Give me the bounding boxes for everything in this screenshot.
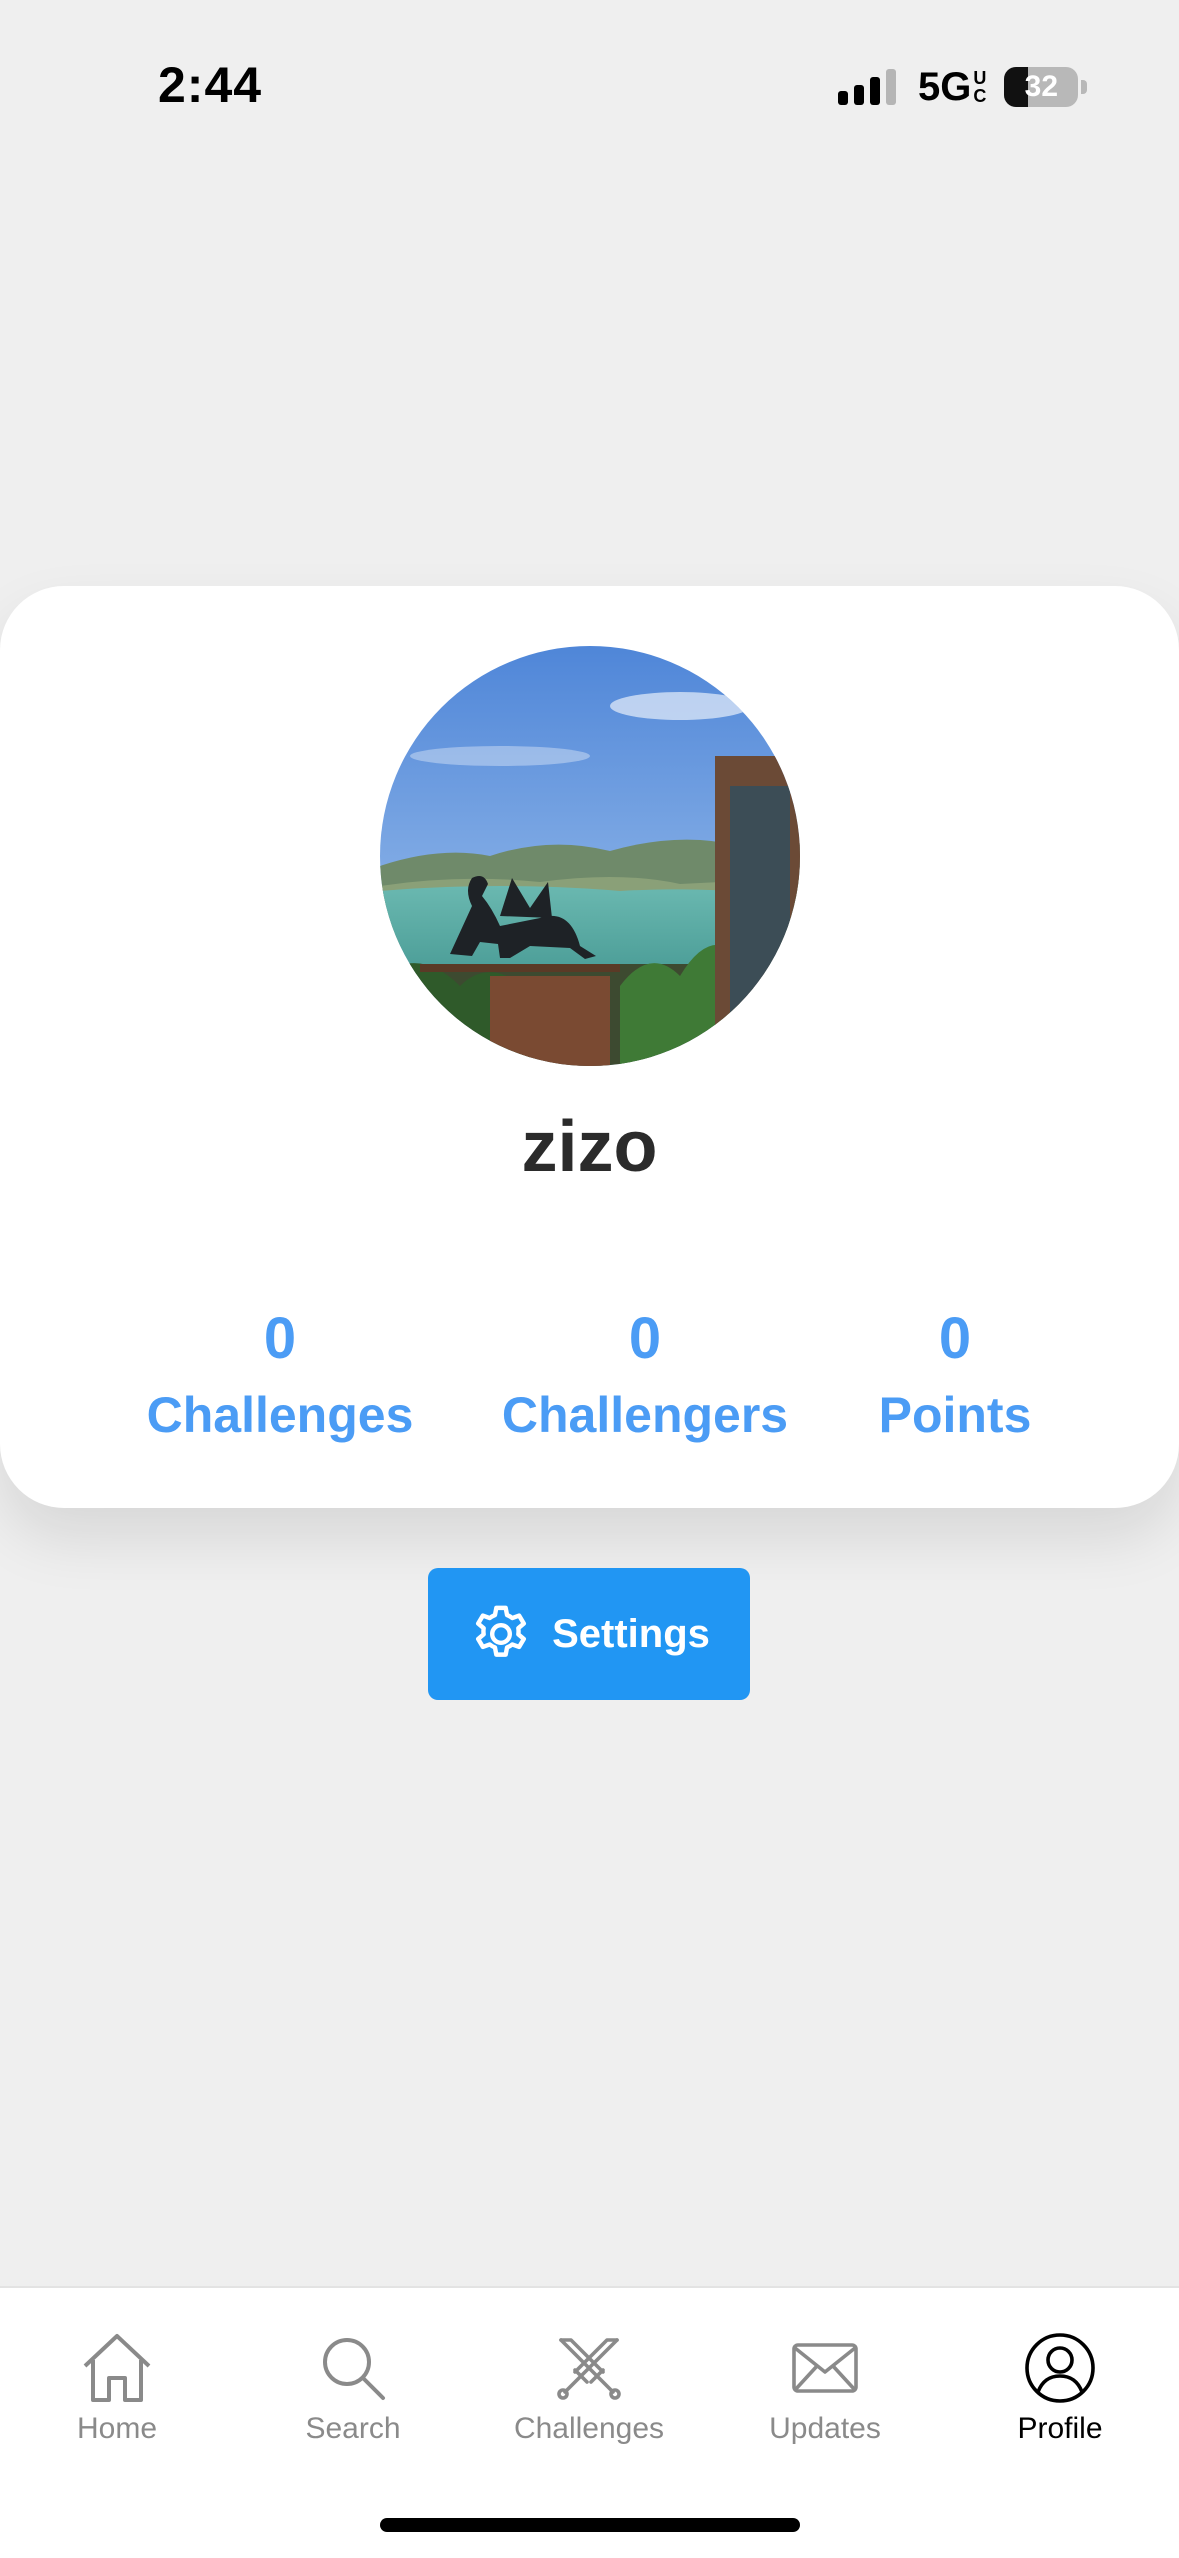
stat-points-value: 0	[938, 1306, 972, 1371]
tab-challenges[interactable]: Challenges	[479, 2328, 699, 2468]
settings-button[interactable]: Settings	[428, 1568, 750, 1700]
cellular-signal-icon	[838, 69, 896, 105]
search-icon	[317, 2328, 389, 2408]
tab-search-label: Search	[305, 2412, 401, 2445]
stat-challengers-label: Challengers	[501, 1387, 789, 1443]
stat-challenges-value: 0	[263, 1306, 297, 1371]
stat-challengers-value: 0	[628, 1306, 662, 1371]
settings-button-label: Settings	[552, 1611, 710, 1656]
tab-challenges-label: Challenges	[513, 2412, 665, 2445]
tab-updates-label: Updates	[769, 2412, 881, 2445]
status-indicators: 5G U C 32	[838, 62, 1088, 112]
profile-card: zizo 0 Challenges 0 Challengers 0 Points	[0, 586, 1179, 1508]
network-type: 5G U C	[918, 65, 986, 110]
home-indicator[interactable]	[380, 2518, 800, 2532]
tab-home[interactable]: Home	[7, 2328, 227, 2468]
tab-search[interactable]: Search	[243, 2328, 463, 2468]
user-icon	[1024, 2328, 1096, 2408]
network-sub-top: U	[973, 67, 987, 88]
tab-profile-label: Profile	[1017, 2412, 1103, 2445]
stat-challenges-label: Challenges	[146, 1387, 414, 1443]
stat-challenges[interactable]: 0 Challenges	[120, 1304, 440, 1450]
network-sub-bottom: C	[973, 85, 987, 106]
stat-points[interactable]: 0 Points	[840, 1304, 1070, 1450]
tab-profile[interactable]: Profile	[950, 2328, 1170, 2468]
avatar[interactable]	[380, 646, 800, 1066]
username: zizo	[521, 1107, 658, 1187]
envelope-icon	[791, 2328, 859, 2408]
crossed-swords-icon	[553, 2328, 625, 2408]
stat-challengers[interactable]: 0 Challengers	[490, 1304, 800, 1450]
home-icon	[77, 2328, 157, 2408]
gear-icon	[468, 1601, 534, 1667]
battery-icon: 32	[1004, 67, 1079, 107]
network-label: 5G	[918, 64, 972, 109]
battery-percent: 32	[1024, 70, 1059, 103]
stat-points-label: Points	[878, 1387, 1032, 1443]
avatar-photo	[380, 646, 800, 1066]
tab-updates[interactable]: Updates	[715, 2328, 935, 2468]
status-time: 2:44	[158, 57, 263, 113]
battery-cap	[1081, 80, 1088, 94]
tab-home-label: Home	[76, 2412, 158, 2445]
